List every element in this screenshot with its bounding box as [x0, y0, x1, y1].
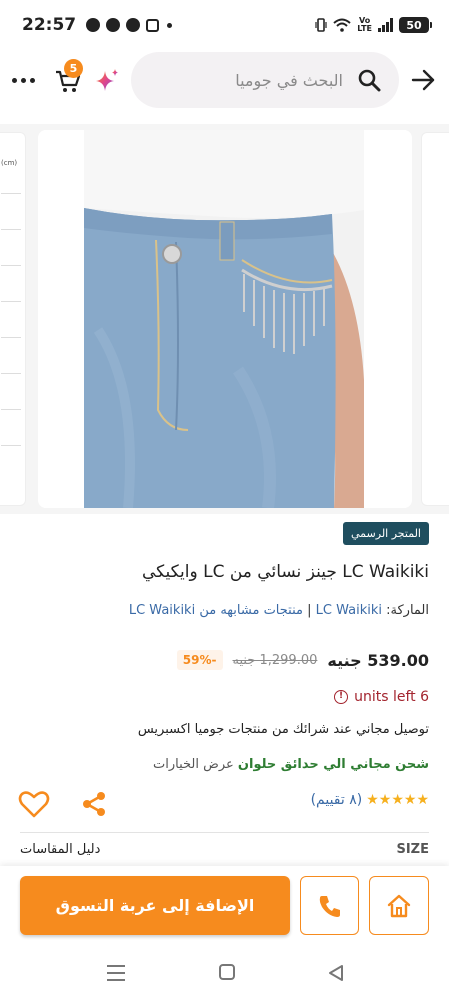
- sparkle-icon[interactable]: [94, 68, 120, 94]
- search-input[interactable]: البحث في جوميا: [131, 52, 399, 108]
- volte-icon: Vo LTE: [357, 16, 372, 33]
- instagram-icon: [146, 18, 160, 32]
- status-right: Vo LTE 50: [315, 16, 432, 33]
- next-image-thumbnail[interactable]: [421, 132, 449, 506]
- facebook-icon: [106, 18, 121, 32]
- product-image[interactable]: [38, 130, 412, 508]
- system-nav-bar: [0, 950, 449, 1000]
- signal-icon: [378, 18, 393, 32]
- rating-row[interactable]: ★★★★★ (٨ تقييم): [311, 792, 429, 808]
- brand-line: الماركة: LC Waikiki | منتجات مشابهه من L…: [129, 603, 429, 618]
- official-store-badge: المتجر الرسمي: [343, 522, 429, 545]
- status-time: 22:57: [22, 15, 77, 35]
- similar-products-link[interactable]: منتجات مشابهه من LC Waikiki: [129, 603, 303, 618]
- price-row: 539.00 جنيه 1,299.00 جنيه -59%: [176, 648, 429, 672]
- product-title: LC Waikiki جينز نسائي من LC وايكيكي: [141, 562, 429, 582]
- back-arrow-icon[interactable]: [410, 68, 436, 92]
- call-button[interactable]: [300, 876, 359, 935]
- search-icon: [358, 69, 381, 92]
- add-to-cart-button[interactable]: الإضافة إلى عربة التسوق: [20, 876, 290, 935]
- bottom-action-bar: الإضافة إلى عربة التسوق: [0, 866, 449, 950]
- units-left-row: ! units left 6: [334, 689, 429, 705]
- express-delivery-text: توصيل مجاني عند شرائك من منتجات جوميا اك…: [137, 722, 429, 737]
- more-icon[interactable]: [12, 70, 38, 90]
- battery-icon: 50: [399, 17, 432, 33]
- brand-label: الماركة:: [386, 603, 429, 618]
- vibrate-icon: [315, 18, 327, 32]
- size-chart-unit: (cm): [1, 159, 18, 167]
- system-home-icon[interactable]: [219, 964, 235, 980]
- size-chart-image[interactable]: (cm): [0, 132, 26, 506]
- size-row: دليل المقاسات SIZE: [20, 842, 429, 857]
- search-placeholder: البحث في جوميا: [235, 70, 343, 90]
- info-icon: !: [334, 690, 349, 704]
- share-icon[interactable]: [80, 790, 108, 818]
- old-price: 1,299.00 جنيه: [232, 652, 318, 668]
- top-nav: 5 البحث في جوميا: [0, 50, 449, 110]
- shipping-text: شحن مجاني الي حدائق حلوان: [237, 757, 429, 772]
- wifi-icon: [333, 18, 351, 32]
- shipping-options-link[interactable]: عرض الخيارات: [153, 757, 234, 772]
- rating-stars-icon: ★★★★★: [366, 792, 429, 808]
- cart-count-badge: 5: [64, 59, 83, 78]
- brand-link[interactable]: LC Waikiki: [316, 603, 382, 618]
- shipping-row: شحن مجاني الي حدائق حلوان عرض الخيارات: [153, 757, 429, 772]
- size-guide-link[interactable]: دليل المقاسات: [20, 842, 100, 857]
- divider: [20, 832, 429, 833]
- size-label: SIZE: [396, 842, 429, 857]
- home-icon: [387, 894, 411, 917]
- status-left: 22:57: [22, 15, 173, 35]
- discount-badge: -59%: [176, 650, 223, 670]
- notification-dot-icon: [167, 22, 173, 28]
- system-back-icon[interactable]: [327, 963, 345, 983]
- similar-brand: LC Waikiki: [128, 603, 196, 618]
- rating-count: (٨ تقييم): [310, 792, 363, 808]
- units-left-text: units left 6: [354, 689, 429, 705]
- product-image-gallery[interactable]: (cm): [0, 124, 449, 514]
- whatsapp-icon: [86, 18, 101, 32]
- status-bar: 22:57 Vo LTE 50: [0, 0, 449, 50]
- similar-prefix: منتجات مشابهه من: [199, 603, 303, 618]
- brand-separator: |: [302, 603, 312, 618]
- recents-icon[interactable]: [107, 965, 125, 981]
- current-price: 539.00 جنيه: [327, 650, 429, 670]
- home-button[interactable]: [369, 876, 429, 935]
- wishlist-heart-icon[interactable]: [18, 788, 50, 820]
- messenger-icon: [126, 18, 141, 32]
- phone-icon: [319, 895, 340, 917]
